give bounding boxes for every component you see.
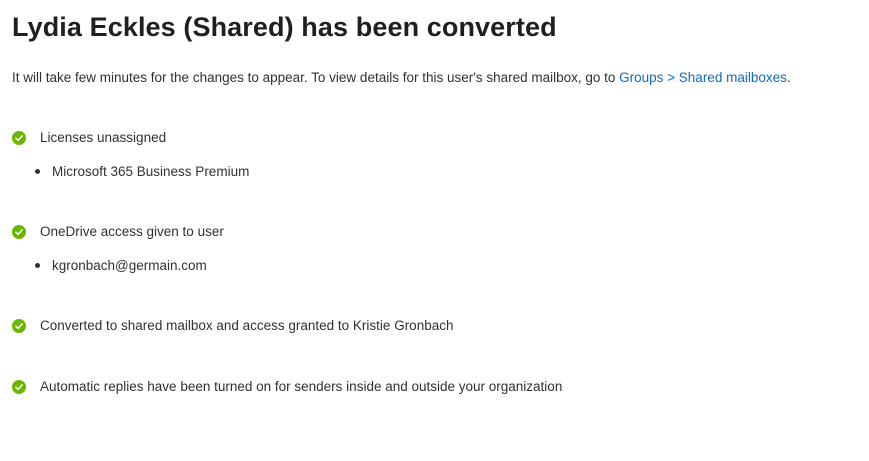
- detail-item: Microsoft 365 Business Premium: [35, 164, 249, 179]
- bullet-icon: [35, 169, 40, 174]
- detail-text: Microsoft 365 Business Premium: [52, 164, 250, 179]
- check-circle-icon: [12, 130, 26, 145]
- page-title: Lydia Eckles (Shared) has been converted: [12, 12, 557, 42]
- check-circle-icon: [12, 224, 26, 239]
- bullet-icon: [35, 263, 40, 268]
- status-item-onedrive: OneDrive access given to user: [12, 224, 224, 239]
- shared-mailboxes-link[interactable]: Groups > Shared mailboxes: [619, 70, 787, 85]
- intro-body: It will take few minutes for the changes…: [12, 70, 620, 85]
- conversion-result-page: Lydia Eckles (Shared) has been converted…: [0, 0, 869, 461]
- status-label: Automatic replies have been turned on fo…: [40, 379, 563, 394]
- intro-suffix: .: [786, 70, 791, 85]
- check-circle-icon: [12, 318, 26, 333]
- status-item-auto-replies: Automatic replies have been turned on fo…: [12, 379, 562, 394]
- detail-text: kgronbach@germain.com: [52, 258, 207, 273]
- status-label: OneDrive access given to user: [40, 224, 224, 239]
- detail-item: kgronbach@germain.com: [35, 258, 207, 273]
- status-label: Converted to shared mailbox and access g…: [40, 318, 454, 333]
- status-label: Licenses unassigned: [40, 130, 167, 145]
- intro-text: It will take few minutes for the changes…: [12, 70, 791, 85]
- status-item-licenses: Licenses unassigned: [12, 130, 166, 145]
- status-item-shared-mailbox: Converted to shared mailbox and access g…: [12, 318, 453, 333]
- check-circle-icon: [12, 379, 26, 394]
